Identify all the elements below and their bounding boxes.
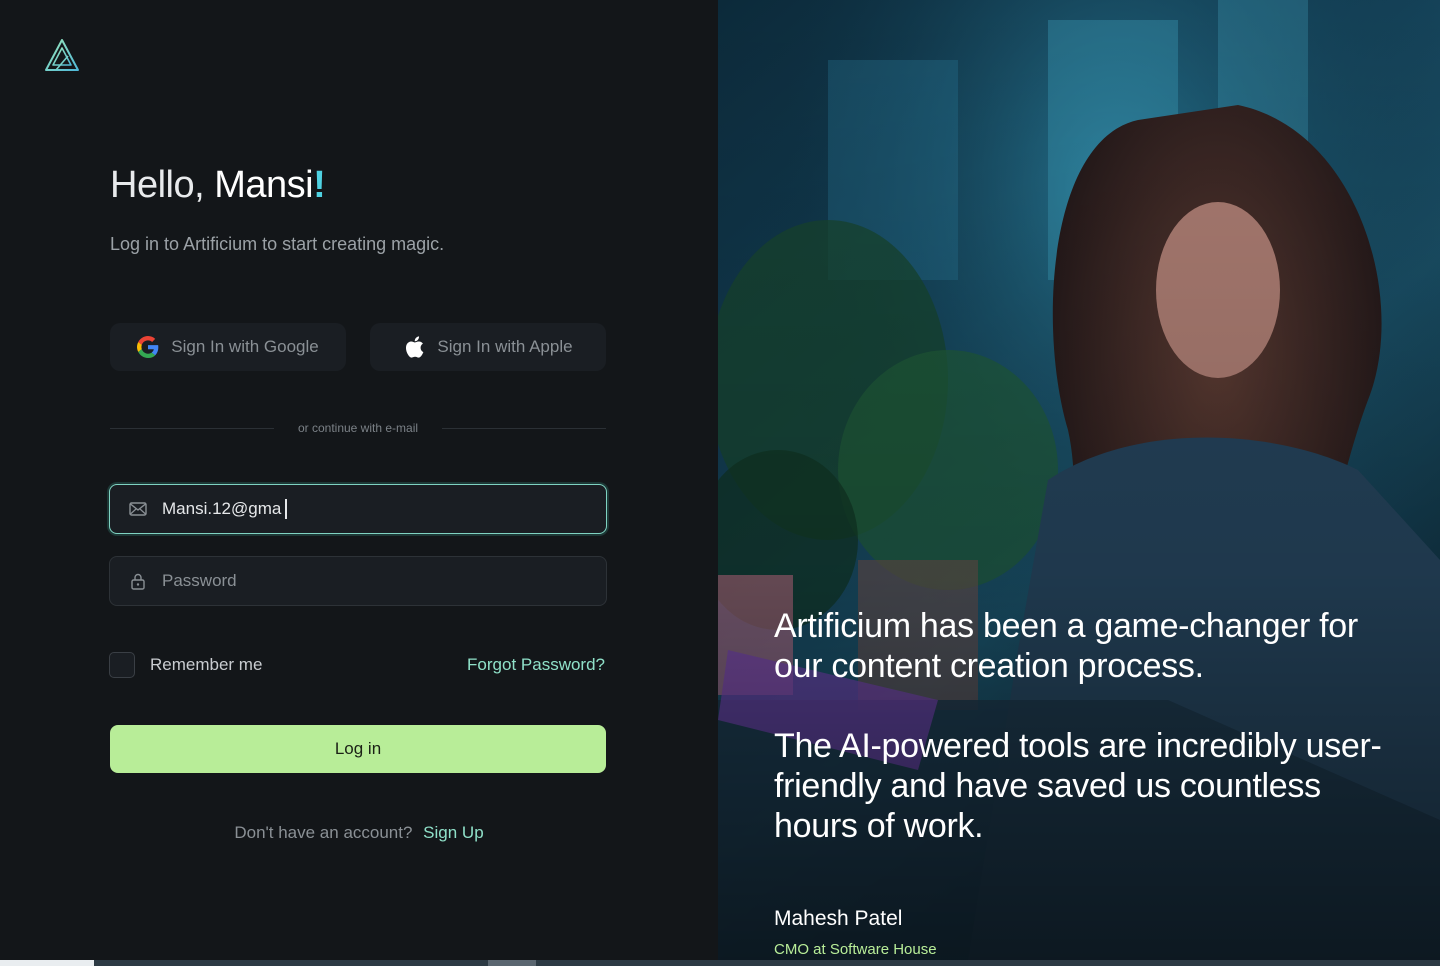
google-signin-button[interactable]: Sign In with Google bbox=[110, 323, 346, 371]
login-panel: Hello, Mansi! Log in to Artificium to st… bbox=[0, 0, 718, 960]
remember-label: Remember me bbox=[150, 655, 263, 674]
testimonial-quote: Artificium has been a game-changer for o… bbox=[774, 606, 1394, 886]
email-field[interactable]: Mansi.12@gma bbox=[109, 484, 607, 534]
bottom-strip bbox=[0, 960, 1440, 966]
testimonial-line-2: The AI-powered tools are incredibly user… bbox=[774, 727, 1382, 845]
login-button[interactable]: Log in bbox=[110, 725, 606, 773]
mail-icon bbox=[129, 502, 147, 516]
remember-checkbox[interactable] bbox=[109, 652, 135, 678]
email-value: Mansi.12@gma bbox=[162, 499, 282, 518]
greeting-exclamation: ! bbox=[313, 164, 326, 206]
testimonial-line-1: Artificium has been a game-changer for o… bbox=[774, 607, 1358, 685]
password-placeholder: Password bbox=[162, 571, 237, 590]
apple-signin-label: Sign In with Apple bbox=[437, 337, 573, 356]
testimonial-panel: Artificium has been a game-changer for o… bbox=[718, 0, 1440, 960]
google-signin-label: Sign In with Google bbox=[171, 337, 319, 356]
apple-icon bbox=[406, 336, 424, 358]
password-field[interactable]: Password bbox=[109, 556, 607, 606]
divider-line-right bbox=[442, 428, 606, 429]
greeting-hello: Hello, bbox=[110, 164, 205, 206]
remember-me[interactable]: Remember me bbox=[109, 652, 262, 678]
testimonial-role: CMO at Software House bbox=[774, 941, 937, 958]
bottom-strip-segment bbox=[488, 960, 536, 966]
login-subtitle: Log in to Artificium to start creating m… bbox=[110, 234, 445, 254]
text-caret bbox=[285, 499, 287, 519]
greeting-name: Mansi bbox=[214, 164, 314, 206]
lock-icon bbox=[131, 573, 145, 590]
greeting-heading: Hello, Mansi! bbox=[110, 164, 326, 207]
testimonial-author: Mahesh Patel bbox=[774, 907, 903, 930]
forgot-password-link[interactable]: Forgot Password? bbox=[467, 655, 605, 675]
google-icon bbox=[137, 336, 159, 358]
signup-link[interactable]: Sign Up bbox=[423, 823, 483, 842]
signup-row: Don't have an account? Sign Up bbox=[0, 823, 718, 843]
email-divider: or continue with e-mail bbox=[110, 418, 606, 438]
bottom-strip-segment bbox=[0, 960, 94, 966]
signup-question: Don't have an account? bbox=[234, 823, 413, 842]
apple-signin-button[interactable]: Sign In with Apple bbox=[370, 323, 606, 371]
artificium-logo-icon[interactable] bbox=[44, 38, 80, 74]
